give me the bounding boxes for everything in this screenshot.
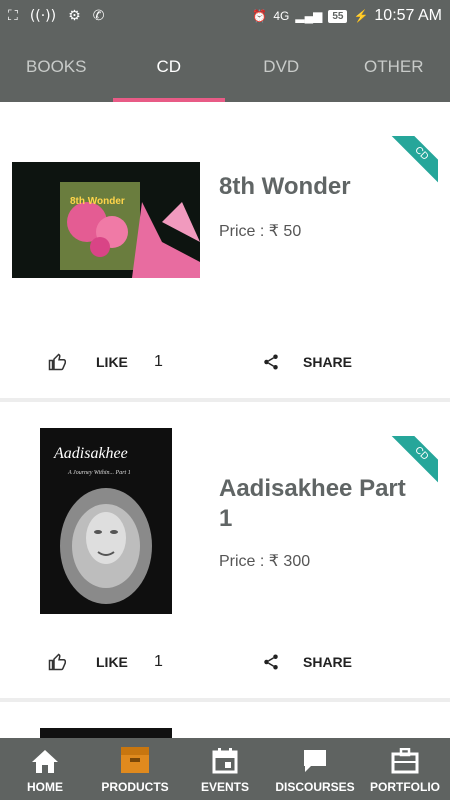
product-list[interactable]: CD 8th Wonder 8th Wonder Price : ₹ 50 LI… <box>0 102 450 738</box>
svg-text:8th Wonder: 8th Wonder <box>70 196 125 207</box>
card-actions: LIKE 1 SHARE <box>0 646 450 678</box>
alarm-icon: ⏰ <box>252 9 268 23</box>
category-tabs: BOOKS CD DVD OTHER <box>0 32 450 102</box>
nav-portfolio-label: PORTFOLIO <box>370 780 440 794</box>
product-price: Price : ₹ 300 <box>219 553 311 570</box>
nav-events-label: EVENTS <box>200 780 249 794</box>
charging-icon: ⚡ <box>353 9 369 23</box>
product-title[interactable]: Aadisakhee Part 1 <box>219 474 419 534</box>
network-label: 4G <box>273 9 290 23</box>
nav-products-label: PRODUCTS <box>101 780 169 794</box>
product-card[interactable]: CD Aadisakhee A Journey Within... Part 1… <box>0 402 450 698</box>
product-card[interactable] <box>0 702 450 738</box>
box-icon <box>121 747 149 773</box>
card-actions: LIKE 1 SHARE <box>0 346 450 378</box>
product-card[interactable]: CD 8th Wonder 8th Wonder Price : ₹ 50 LI… <box>0 102 450 398</box>
tab-books[interactable]: BOOKS <box>0 32 113 102</box>
thumbs-up-icon[interactable] <box>48 353 66 371</box>
like-button[interactable]: LIKE <box>96 654 128 670</box>
signal-icon: ▂▄▆ <box>295 9 323 23</box>
chat-bubble-icon <box>304 750 326 772</box>
battery-indicator: 55 <box>328 9 348 23</box>
product-cover[interactable]: 8th Wonder <box>12 162 200 278</box>
status-time: 10:57 AM <box>374 7 442 24</box>
share-icon[interactable] <box>262 353 280 371</box>
thumbs-up-icon[interactable] <box>48 653 66 671</box>
nav-discourses-label: DISCOURSES <box>275 780 355 794</box>
nav-events[interactable]: EVENTS <box>180 738 270 800</box>
cover-art: Aadisakhee A Journey Within... Part 1 <box>40 428 172 614</box>
product-title[interactable]: 8th Wonder <box>219 172 419 202</box>
product-cover[interactable]: Aadisakhee A Journey Within... Part 1 <box>40 428 172 614</box>
like-count: 1 <box>154 353 163 370</box>
share-icon[interactable] <box>262 653 280 671</box>
svg-text:Aadisakhee: Aadisakhee <box>53 445 128 462</box>
calendar-icon <box>212 748 238 774</box>
settings-icon: ⚙ <box>68 8 81 24</box>
tab-other[interactable]: OTHER <box>338 32 450 102</box>
hotspot-icon: ((·)) <box>29 8 57 24</box>
nav-discourses[interactable]: DISCOURSES <box>270 738 360 800</box>
cover-art: 8th Wonder <box>12 162 200 278</box>
share-button[interactable]: SHARE <box>303 354 352 370</box>
screenshot-icon: ⛶ <box>8 8 18 24</box>
nav-home-label: HOME <box>27 780 63 794</box>
home-icon <box>32 750 58 773</box>
chat-icon: ✆ <box>92 8 105 24</box>
nav-portfolio[interactable]: PORTFOLIO <box>360 738 450 800</box>
like-count: 1 <box>154 653 163 670</box>
product-price: Price : ₹ 50 <box>219 223 302 240</box>
like-button[interactable]: LIKE <box>96 354 128 370</box>
tab-dvd[interactable]: DVD <box>225 32 338 102</box>
status-bar: ⛶ ((·)) ⚙ ✆ ⏰ 4G ▂▄▆ 55 ⚡ 10:57 AM <box>0 0 450 32</box>
briefcase-icon <box>391 748 419 774</box>
svg-text:A Journey Within... Part 1: A Journey Within... Part 1 <box>67 470 131 476</box>
nav-home[interactable]: HOME <box>0 738 90 800</box>
product-cover[interactable] <box>40 728 172 738</box>
share-button[interactable]: SHARE <box>303 654 352 670</box>
bottom-navigation: HOME PRODUCTS EVENTS DISCOURSES PORTFOLI… <box>0 738 450 800</box>
tab-cd[interactable]: CD <box>112 32 226 102</box>
nav-products[interactable]: PRODUCTS <box>90 738 180 800</box>
